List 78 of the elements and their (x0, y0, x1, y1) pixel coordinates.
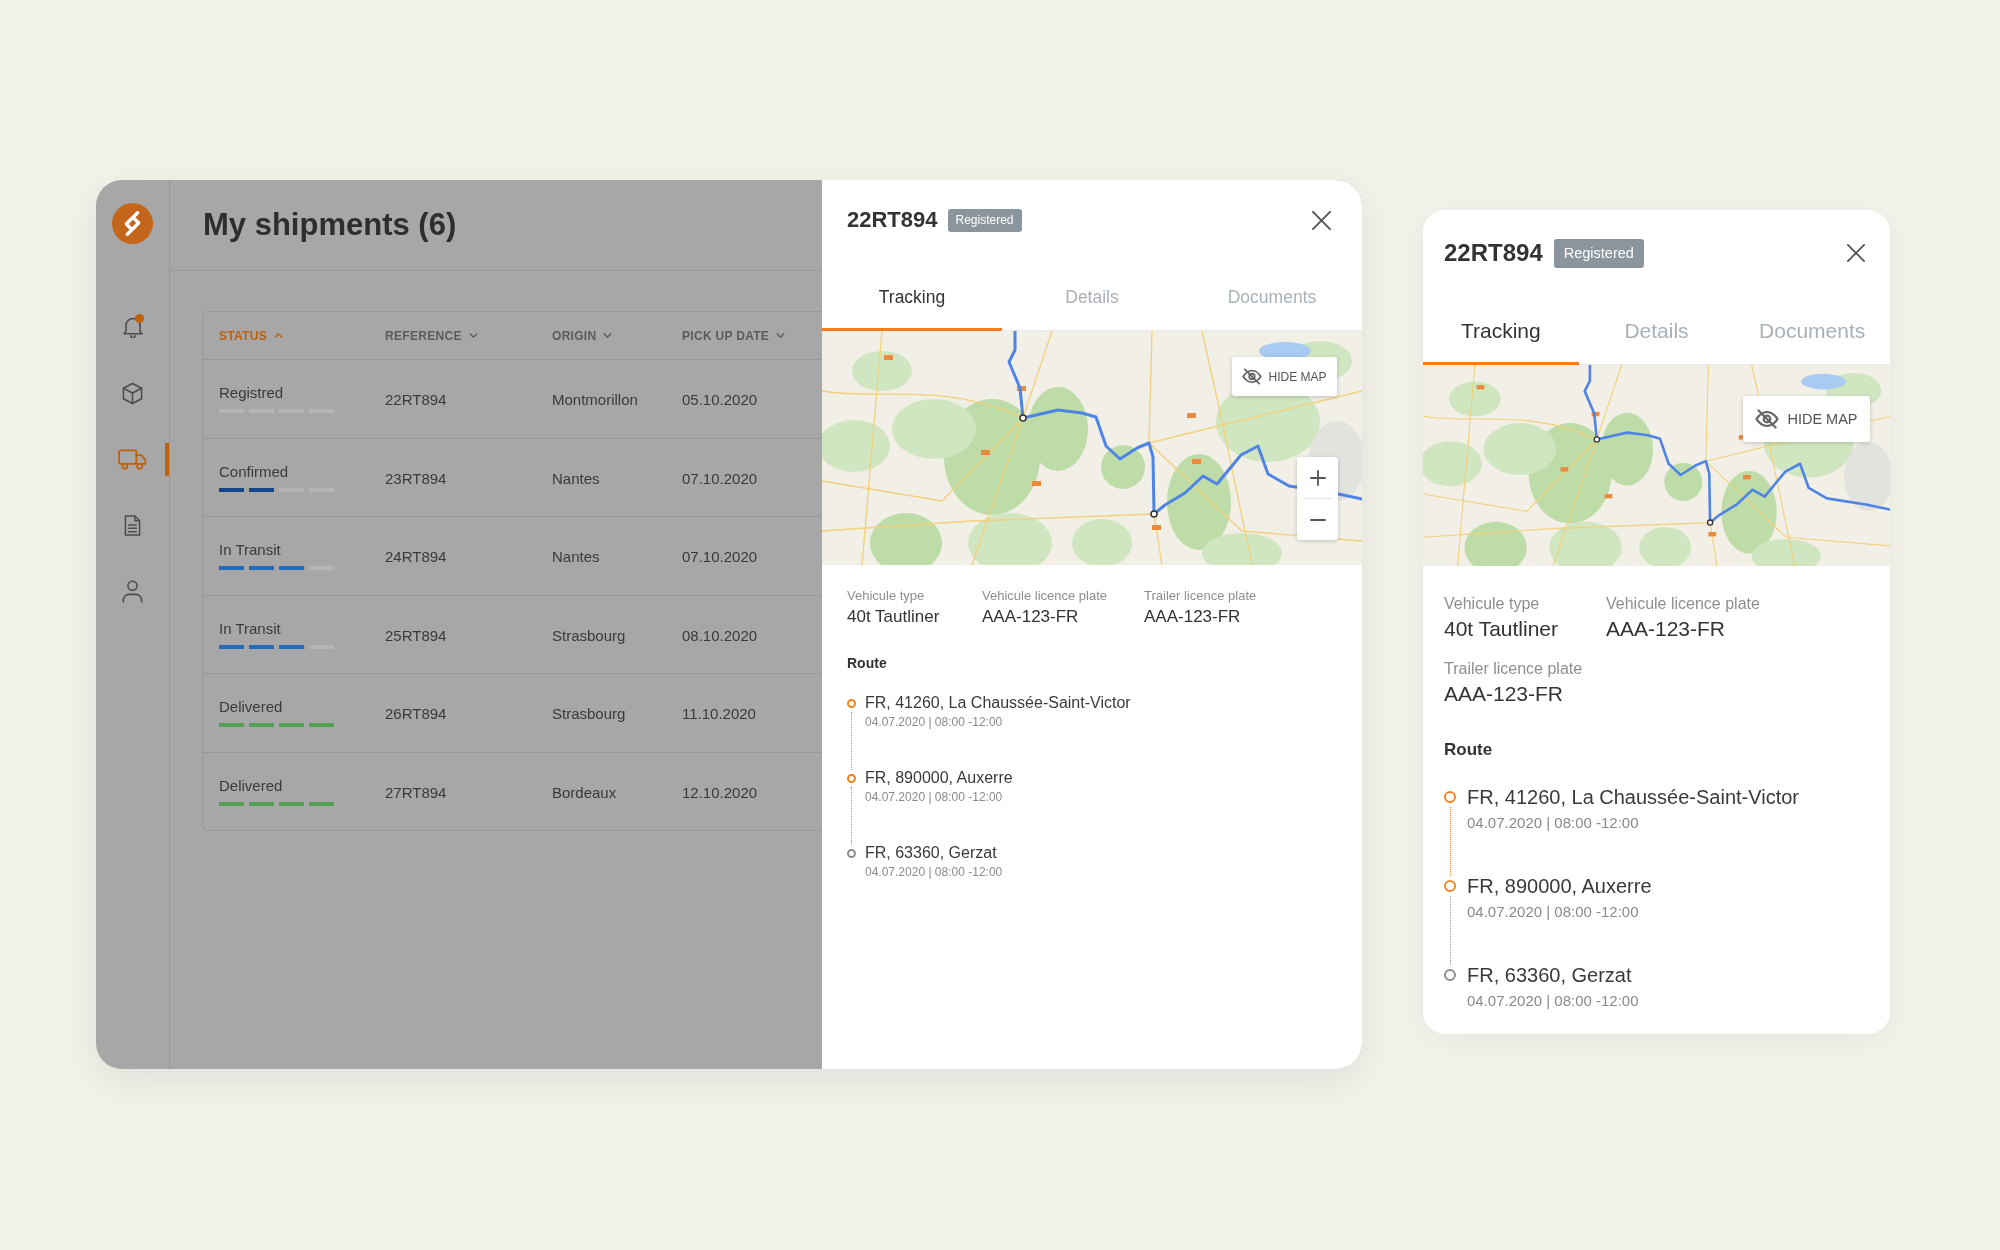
eye-slash-icon (1755, 409, 1780, 429)
stop-address: FR, 890000, Auxerre (1467, 874, 1652, 898)
column-header[interactable]: STATUS (219, 328, 284, 343)
table-cell-text: Nantes (552, 468, 600, 487)
field-value: 40t Tautliner (1444, 616, 1559, 641)
stop-time: 04.07.2020 | 08:00 -12:00 (865, 789, 1003, 805)
stop-address: FR, 890000, Auxerre (865, 768, 1013, 788)
field-label: Trailer licence plate (1444, 659, 1583, 678)
table-cell-text: Strasbourg (552, 704, 626, 723)
tab[interactable]: Documents (1182, 272, 1362, 331)
shipment-id: 22RT894 (847, 206, 938, 234)
stop-time: 04.07.2020 | 08:00 -12:00 (1467, 901, 1639, 921)
stop-address: FR, 41260, La Chaussée-Saint-Victor (865, 693, 1131, 713)
status-badge: Registered (1553, 238, 1644, 268)
tab[interactable]: Documents (1734, 300, 1890, 365)
route-connector (851, 711, 852, 770)
section-heading: Route (847, 654, 887, 672)
shipment-id: 22RT894 (1444, 238, 1543, 268)
route-connector (851, 786, 852, 845)
table-cell-text: Montmorillon (552, 390, 638, 409)
field-value: AAA-123-FR (1606, 616, 1726, 641)
tab[interactable]: Details (1578, 300, 1735, 365)
stop-time: 04.07.2020 | 08:00 -12:00 (865, 714, 1003, 730)
field-label: Vehicule licence plate (982, 588, 1108, 604)
field-label: Vehicule licence plate (1606, 594, 1760, 613)
app-logo (112, 203, 153, 244)
status-label: Registred (219, 384, 284, 403)
column-header[interactable]: ORIGIN (552, 328, 613, 343)
column-header[interactable]: REFERENCE (385, 328, 478, 343)
route-connector (1449, 807, 1451, 876)
field-label: Vehicule type (847, 588, 925, 604)
status-label: In Transit (219, 541, 281, 560)
stop-time: 04.07.2020 | 08:00 -12:00 (1467, 812, 1639, 832)
tab[interactable]: Details (1002, 272, 1182, 331)
status-label: In Transit (219, 619, 281, 638)
stop-time: 04.07.2020 | 08:00 -12:00 (1467, 990, 1639, 1010)
table-cell-text: 05.10.2020 (682, 390, 758, 409)
table-cell-text: 24RT894 (385, 547, 447, 566)
section-heading: Route (1444, 739, 1493, 760)
status-badge: Registered (947, 208, 1022, 232)
table-cell-text: 07.10.2020 (682, 547, 758, 566)
close-icon (1312, 210, 1331, 230)
field-label: Trailer licence plate (1144, 588, 1257, 604)
minus-icon (1309, 518, 1326, 521)
field-label: Vehicule type (1444, 594, 1540, 613)
page-title: My shipments (6) (203, 207, 457, 243)
field-value: AAA-123-FR (982, 606, 1079, 627)
close-button[interactable] (1312, 210, 1331, 230)
plus-icon (1309, 469, 1326, 486)
stop-address: FR, 41260, La Chaussée-Saint-Victor (1467, 785, 1800, 809)
stop-time: 04.07.2020 | 08:00 -12:00 (865, 864, 1003, 880)
hide-map-button[interactable]: HIDE MAP (1232, 357, 1337, 396)
table-cell-text: 25RT894 (385, 625, 447, 644)
column-header[interactable]: PICK UP DATE (682, 328, 786, 343)
table-cell-text: 22RT894 (385, 390, 447, 409)
close-button[interactable] (1847, 244, 1865, 262)
table-cell-text: Nantes (552, 547, 600, 566)
table-cell-text: 07.10.2020 (682, 468, 758, 487)
field-value: AAA-123-FR (1144, 606, 1241, 627)
table-cell-text: 08.10.2020 (682, 625, 758, 644)
table-cell-text: 12.10.2020 (682, 782, 758, 801)
eye-slash-icon (1242, 368, 1263, 385)
field-value: 40t Tautliner (847, 606, 940, 627)
status-label: Confirmed (219, 462, 289, 481)
stop-address: FR, 63360, Gerzat (865, 843, 997, 863)
hide-map-button[interactable]: HIDE MAP (1743, 396, 1870, 442)
close-icon (1847, 244, 1865, 262)
table-cell-text: 27RT894 (385, 782, 447, 801)
table-cell-text: 11.10.2020 (682, 704, 756, 723)
stop-address: FR, 63360, Gerzat (1467, 963, 1632, 987)
table-cell-text: Strasbourg (552, 625, 626, 644)
status-label: Delivered (219, 698, 283, 717)
field-value: AAA-123-FR (1444, 681, 1564, 706)
table-cell-text: Bordeaux (552, 782, 617, 801)
status-label: Delivered (219, 776, 283, 795)
table-cell-text: 23RT894 (385, 468, 447, 487)
route-connector (1449, 896, 1451, 965)
table-cell-text: 26RT894 (385, 704, 447, 723)
